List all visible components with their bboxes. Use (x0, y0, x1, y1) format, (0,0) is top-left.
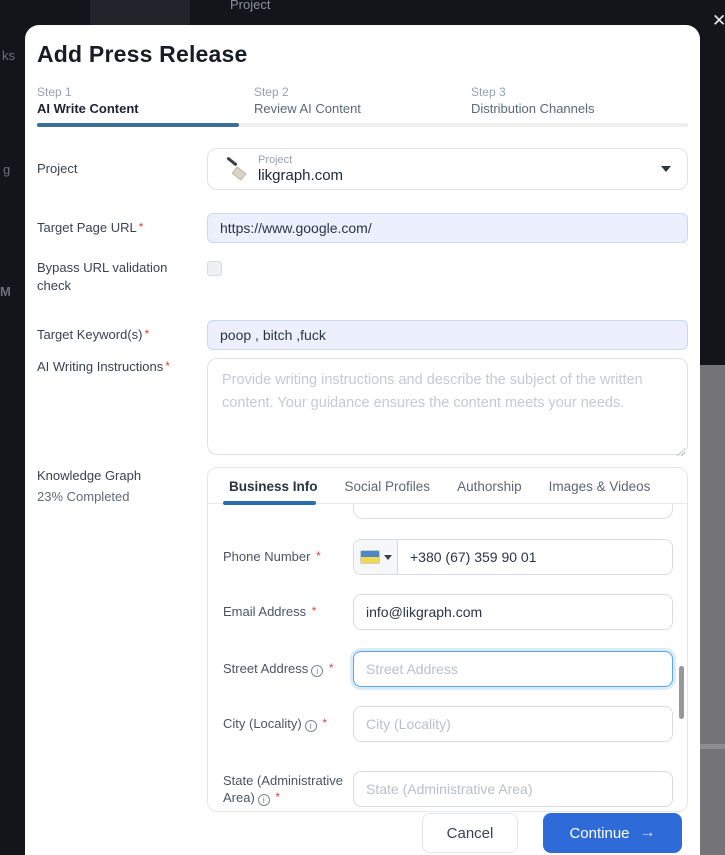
phone-number-input[interactable] (398, 540, 672, 575)
arrow-right-icon: → (639, 824, 656, 841)
info-icon (304, 720, 317, 733)
project-select-caption: Project (258, 154, 293, 166)
step-1-ai-write-content[interactable]: Step 1 AI Write Content (37, 85, 254, 116)
backdrop-text-fragment: g (3, 162, 11, 177)
project-select[interactable]: Project likgraph.com (207, 148, 688, 190)
step-number: Step 1 (37, 85, 72, 99)
bypass-validation-checkbox[interactable] (207, 261, 222, 276)
modal-title: Add Press Release (37, 41, 248, 67)
country-code-select[interactable] (354, 540, 398, 575)
project-favicon-brush-icon (224, 156, 247, 181)
info-icon (311, 665, 324, 678)
required-asterisk: * (165, 359, 170, 374)
target-page-url-label: Target Page URL * (37, 220, 144, 236)
step-progress-track (37, 123, 688, 127)
required-asterisk: * (311, 604, 317, 619)
knowledge-graph-completion: 23% Completed (37, 488, 130, 504)
project-label: Project (37, 161, 78, 177)
step-label: AI Write Content (37, 101, 139, 116)
ai-instructions-textarea[interactable] (207, 358, 688, 456)
step-label: Distribution Channels (470, 101, 595, 116)
email-address-label: Email Address * (223, 604, 317, 620)
street-address-input[interactable] (353, 651, 673, 688)
step-label: Review AI Content (253, 101, 361, 116)
bypass-validation-label: Bypass URL validation check (37, 260, 168, 293)
project-select-value: likgraph.com (258, 167, 344, 184)
city-locality-label: City (Locality) * (223, 715, 353, 733)
target-keywords-label: Target Keyword(s) * (37, 327, 150, 343)
target-keywords-input[interactable] (207, 320, 688, 351)
required-asterisk: * (328, 661, 334, 676)
kg-scroll-area[interactable]: Phone Number * +380 (67) 359 90 01 Email… (208, 504, 687, 810)
add-press-release-modal: Add Press Release Step 1 AI Write Conten… (25, 25, 700, 855)
continue-button[interactable]: Continue → (543, 813, 682, 853)
required-asterisk: * (316, 549, 321, 564)
knowledge-graph-label: Knowledge Graph 23% Completed (37, 467, 207, 505)
info-icon (257, 794, 270, 807)
phone-number-field (353, 539, 673, 576)
progress-fill (37, 123, 239, 127)
target-page-url-input[interactable] (207, 213, 688, 243)
knowledge-graph-panel: Business Info Social Profiles Authorship… (207, 467, 688, 813)
email-address-input[interactable] (353, 594, 673, 631)
backdrop-overlay-strip (700, 365, 725, 855)
tab-images-videos[interactable]: Images & Videos (549, 479, 651, 494)
backdrop-text-fragment: M (0, 284, 11, 299)
panel-scrollbar-thumb[interactable] (679, 666, 684, 720)
tab-authorship[interactable]: Authorship (457, 479, 522, 494)
chevron-down-icon (383, 554, 392, 560)
chevron-down-icon (661, 166, 671, 172)
step-number: Step 2 (253, 85, 289, 99)
backdrop-project-label: Project (230, 0, 271, 12)
kg-tabs: Business Info Social Profiles Authorship… (208, 468, 687, 506)
tab-social-profiles[interactable]: Social Profiles (345, 479, 431, 494)
ai-instructions-label: AI Writing Instructions * (37, 359, 170, 375)
backdrop-header-block (90, 0, 190, 25)
step-3-distribution-channels[interactable]: Step 3 Distribution Channels (471, 85, 688, 116)
cancel-button[interactable]: Cancel (422, 813, 518, 853)
backdrop-overlay-divider (700, 744, 725, 749)
required-asterisk: * (275, 790, 281, 805)
close-icon[interactable]: ✕ (712, 12, 725, 29)
step-number: Step 3 (470, 85, 506, 99)
backdrop-text-fragment: ks (2, 48, 15, 63)
required-asterisk: * (322, 716, 328, 731)
street-address-label: Street Address * (223, 660, 353, 678)
state-admin-area-input[interactable] (353, 771, 673, 808)
state-admin-area-label: State (Administrative Area) * (223, 772, 353, 807)
phone-number-label: Phone Number * (223, 549, 321, 565)
ukraine-flag-icon (359, 550, 380, 565)
required-asterisk: * (144, 327, 150, 342)
required-asterisk: * (138, 220, 144, 235)
partially-scrolled-input[interactable] (353, 504, 673, 520)
continue-button-label: Continue (569, 824, 630, 842)
step-2-review-ai-content[interactable]: Step 2 Review AI Content (254, 85, 471, 116)
tab-business-info[interactable]: Business Info (229, 479, 318, 494)
stepper: Step 1 AI Write Content Step 2 Review AI… (37, 85, 688, 116)
modal-footer: Cancel Continue → (422, 813, 682, 853)
city-locality-input[interactable] (353, 706, 673, 743)
